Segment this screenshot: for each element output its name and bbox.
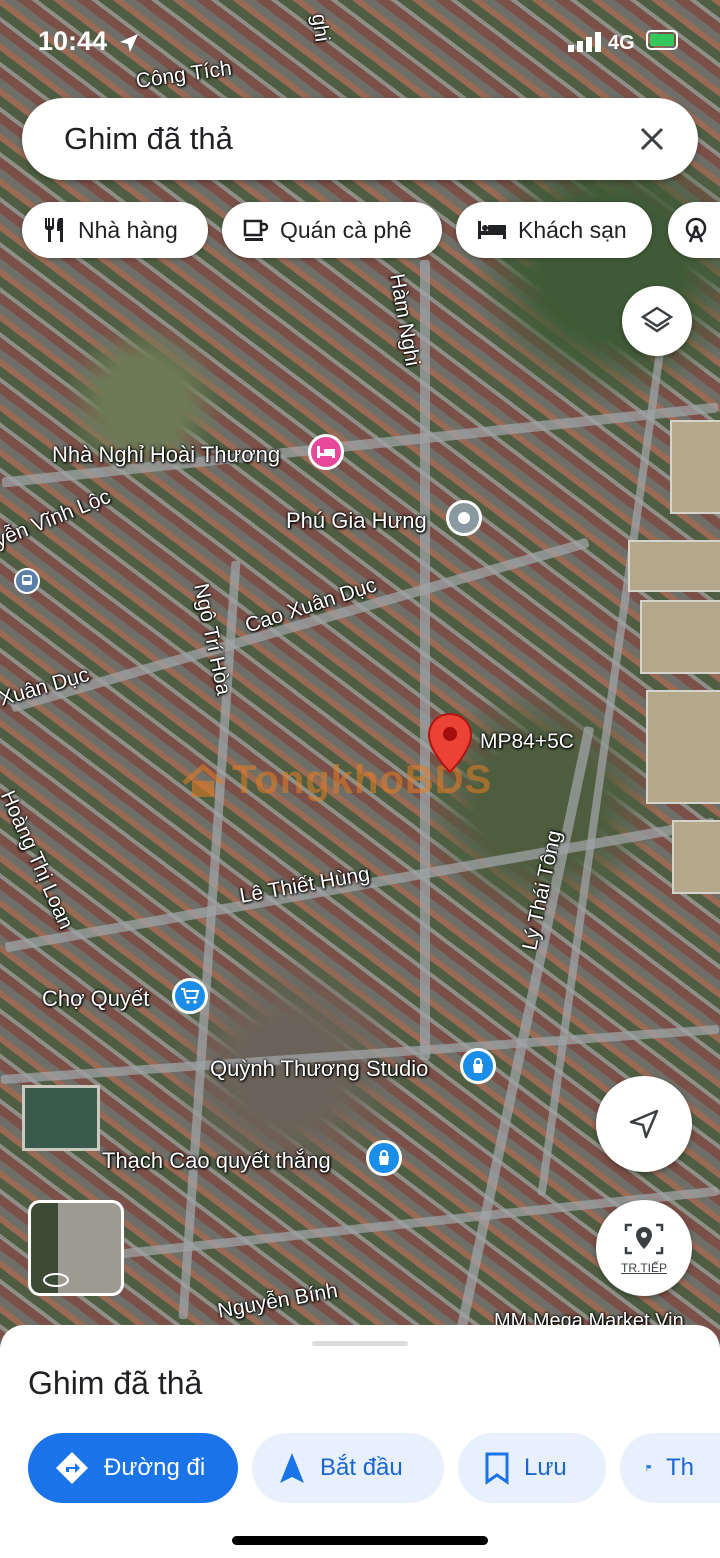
- chip-label: Nhà hàng: [78, 216, 178, 243]
- navigation-start-icon: [280, 1453, 304, 1483]
- poi-label-market[interactable]: Chợ Quyết: [42, 986, 149, 1012]
- label-button[interactable]: Th: [620, 1433, 720, 1503]
- battery-icon: [646, 30, 678, 50]
- status-bar: 10:44 4G: [0, 0, 720, 88]
- poi-label-ceiling[interactable]: Thạch Cao quyết thắng: [102, 1148, 331, 1174]
- bed-icon: [478, 221, 506, 239]
- rotate-360-icon: [43, 1273, 69, 1287]
- street-label: Xuân Dục: [0, 663, 92, 711]
- chip-hotels[interactable]: Khách sạn: [456, 202, 652, 258]
- shopping-bag-icon[interactable]: [366, 1140, 402, 1176]
- street-label: Hàm Nghi: [385, 271, 425, 368]
- label-text: Th: [665, 1454, 694, 1481]
- start-label: Bắt đầu: [320, 1454, 403, 1481]
- close-button[interactable]: [622, 109, 682, 169]
- poi-label-place[interactable]: Phú Gia Hưng: [286, 508, 427, 534]
- network-type: 4G: [608, 32, 635, 54]
- chip-cafes[interactable]: Quán cà phê: [222, 202, 442, 258]
- bed-icon[interactable]: [308, 434, 344, 470]
- coffee-cup-icon: [243, 219, 269, 241]
- close-icon: [640, 127, 664, 151]
- search-bar[interactable]: Ghim đã thả: [22, 98, 698, 180]
- save-label: Lưu: [524, 1454, 567, 1481]
- chip-label: Khách sạn: [518, 216, 627, 243]
- chip-restaurants[interactable]: Nhà hàng: [22, 202, 208, 258]
- live-view-label: TR.TIẾP: [620, 1261, 667, 1275]
- live-view-button[interactable]: TR.TIẾP: [596, 1200, 692, 1296]
- location-dot-icon[interactable]: [446, 500, 482, 536]
- live-view-icon: [624, 1223, 664, 1255]
- street-label: Nguyễn Bính: [215, 1279, 340, 1323]
- street-label: yễn Vĩnh Lộc: [0, 484, 114, 553]
- chip-label: Quán cà phê: [280, 216, 412, 243]
- sheet-title: Ghim đã thả: [28, 1365, 203, 1401]
- directions-label: Đường đi: [104, 1454, 206, 1481]
- bus-stop-icon[interactable]: [14, 568, 40, 594]
- save-button[interactable]: Lưu: [458, 1433, 606, 1503]
- street-label: Hoàng Thị Loan: [0, 787, 78, 933]
- bookmark-icon: [485, 1452, 509, 1485]
- navigation-arrow-icon: [629, 1109, 659, 1139]
- fork-knife-icon: [45, 218, 63, 242]
- layers-icon: [640, 306, 674, 333]
- shopping-bag-icon[interactable]: [460, 1048, 496, 1084]
- dropped-pin-icon[interactable]: [426, 712, 474, 779]
- directions-icon: [56, 1452, 88, 1484]
- layers-button[interactable]: [622, 286, 692, 356]
- clock: 10:44: [38, 26, 108, 56]
- chip-attractions[interactable]: [668, 202, 720, 258]
- location-arrow-icon: [120, 34, 138, 52]
- poi-label-hotel[interactable]: Nhà Nghỉ Hoài Thương: [52, 442, 280, 468]
- street-label: Lê Thiết Hùng: [237, 862, 372, 908]
- my-location-button[interactable]: [596, 1076, 692, 1172]
- street-view-thumbnail[interactable]: [28, 1200, 124, 1296]
- flag-icon: [646, 1464, 652, 1472]
- drag-handle[interactable]: [312, 1341, 408, 1346]
- ferris-wheel-icon: [685, 217, 707, 243]
- directions-button[interactable]: Đường đi: [28, 1433, 238, 1503]
- signal-icon: [568, 32, 601, 52]
- home-indicator: [232, 1536, 488, 1545]
- start-button[interactable]: Bắt đầu: [252, 1433, 444, 1503]
- poi-label-studio[interactable]: Quỳnh Thương Studio: [210, 1056, 428, 1082]
- plus-code-label: MP84+5C: [480, 730, 574, 753]
- search-title: Ghim đã thả: [64, 121, 233, 156]
- sports-field: [22, 1085, 100, 1151]
- shopping-cart-icon[interactable]: [172, 978, 208, 1014]
